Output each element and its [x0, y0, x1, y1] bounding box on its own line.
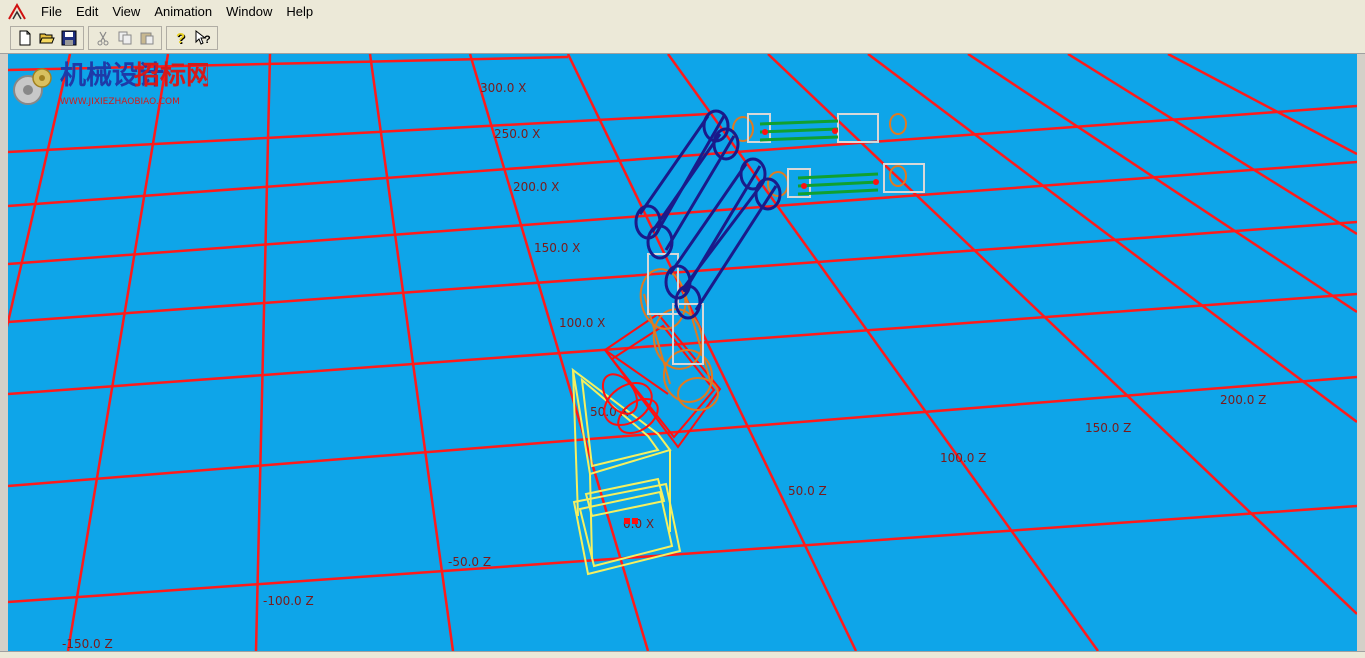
grid-line-z-n150	[66, 54, 170, 651]
x-axis-label: 200.0 X	[513, 180, 559, 194]
paste-icon	[140, 32, 154, 45]
grid-line-z-250	[967, 54, 1357, 314]
watermark-logo: 机械设计 招标网 WWW.JIXIEZHAOBIAO.COM	[13, 61, 208, 107]
help-button[interactable]: ??	[170, 27, 192, 49]
file-toolbar-group	[10, 26, 84, 50]
grid-line-x-0	[8, 504, 1357, 604]
robot-gripper-parts	[647, 113, 925, 365]
menu-file[interactable]: File	[34, 0, 69, 24]
robot-base	[571, 367, 682, 576]
open-folder-icon	[39, 33, 55, 44]
z-axis-label: 150.0 Z	[1085, 421, 1131, 435]
menu-view[interactable]: View	[105, 0, 147, 24]
copy-button[interactable]	[114, 27, 136, 49]
menu-animation[interactable]: Animation	[147, 0, 219, 24]
grid-line-z-n50	[368, 54, 455, 651]
x-axis-label: 150.0 X	[534, 241, 580, 255]
menu-bar: File Edit View Animation Window Help	[0, 0, 1365, 25]
grid-line-z-150	[767, 54, 1357, 615]
new-document-button[interactable]	[14, 27, 36, 49]
x-axis-label: 250.0 X	[494, 127, 540, 141]
context-help-button[interactable]: ?	[192, 27, 214, 49]
x-axis-label: 300.0 X	[480, 81, 526, 95]
grid-line-x-150	[8, 220, 1357, 324]
open-file-button[interactable]	[36, 27, 58, 49]
edit-toolbar-group	[88, 26, 162, 50]
cut-button[interactable]	[92, 27, 114, 49]
paste-button[interactable]	[136, 27, 158, 49]
copy-icon	[118, 31, 132, 45]
cut-scissors-icon	[97, 31, 109, 46]
save-button[interactable]	[58, 27, 80, 49]
menu-help[interactable]: Help	[279, 0, 320, 24]
new-document-icon	[19, 30, 31, 46]
grid-line-z-300	[1067, 54, 1357, 236]
z-axis-label: 200.0 Z	[1220, 393, 1266, 407]
help-toolbar-group: ?? ?	[166, 26, 218, 50]
z-axis-label: -100.0 Z	[263, 594, 314, 608]
svg-text:?: ?	[176, 30, 185, 46]
svg-text:?: ?	[204, 34, 211, 46]
ground-grid	[8, 54, 1357, 651]
z-axis-label: 100.0 Z	[940, 451, 986, 465]
help-icon: ??	[176, 30, 186, 46]
menu-window[interactable]: Window	[219, 0, 279, 24]
watermark-title-b: 招标网	[134, 61, 208, 91]
scene-svg: 300.0 X 250.0 X 200.0 X 150.0 X 100.0 X …	[8, 54, 1357, 651]
gear-icon	[13, 68, 52, 105]
z-axis-label: -50.0 Z	[448, 555, 491, 569]
x-axis-label: 100.0 X	[559, 316, 605, 330]
grid-line-x-50	[8, 375, 1357, 488]
grid-line-z-350	[1167, 54, 1357, 156]
save-disk-icon	[61, 30, 77, 46]
menu-edit[interactable]: Edit	[69, 0, 105, 24]
z-axis-label: 50.0 Z	[788, 484, 827, 498]
context-help-icon: ?	[195, 30, 211, 46]
watermark-url: WWW.JIXIEZHAOBIAO.COM	[60, 97, 180, 107]
robot-arm-model[interactable]	[571, 109, 925, 576]
z-axis-labels: 200.0 Z 150.0 Z 100.0 Z 50.0 Z -50.0 Z -…	[62, 393, 1266, 651]
grid-line-x-300	[8, 112, 709, 154]
z-axis-label: -150.0 Z	[62, 637, 113, 651]
grid-line-z-200	[867, 54, 1357, 423]
app-logo-icon	[8, 2, 26, 20]
grid-line-z-100	[666, 54, 1100, 651]
grid-line-z-n100	[254, 54, 272, 651]
3d-viewport[interactable]: 300.0 X 250.0 X 200.0 X 150.0 X 100.0 X …	[8, 54, 1357, 651]
toolbar: ?? ?	[0, 24, 1365, 54]
